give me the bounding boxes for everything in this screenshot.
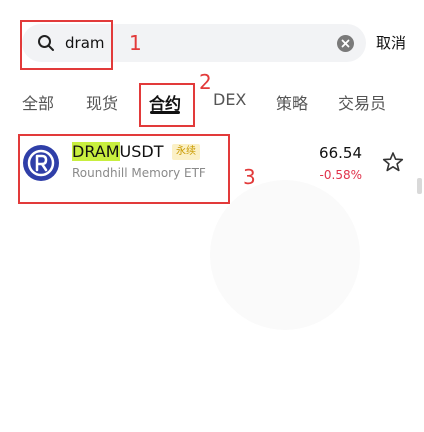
background-decoration bbox=[210, 180, 360, 330]
tab-all[interactable]: 全部 bbox=[22, 90, 54, 114]
result-change: -0.58% bbox=[319, 168, 362, 182]
star-icon[interactable] bbox=[382, 151, 404, 173]
clear-icon[interactable] bbox=[337, 35, 354, 52]
tab-strategy[interactable]: 策略 bbox=[276, 90, 308, 114]
annotation-number-2: 2 bbox=[199, 70, 212, 94]
annotation-box-1 bbox=[20, 20, 113, 70]
tab-dex[interactable]: DEX bbox=[213, 90, 246, 109]
annotation-box-2 bbox=[139, 83, 195, 127]
tab-traders[interactable]: 交易员 bbox=[338, 90, 386, 114]
annotation-number-3: 3 bbox=[243, 165, 256, 189]
annotation-number-1: 1 bbox=[129, 31, 142, 55]
annotation-box-3 bbox=[18, 134, 230, 204]
result-price: 66.54 bbox=[319, 144, 362, 162]
tab-spot[interactable]: 现货 bbox=[86, 90, 118, 114]
cancel-button[interactable]: 取消 bbox=[376, 32, 406, 53]
category-tabs: 全部 现货 合约 DEX 策略 交易员 bbox=[0, 86, 424, 194]
